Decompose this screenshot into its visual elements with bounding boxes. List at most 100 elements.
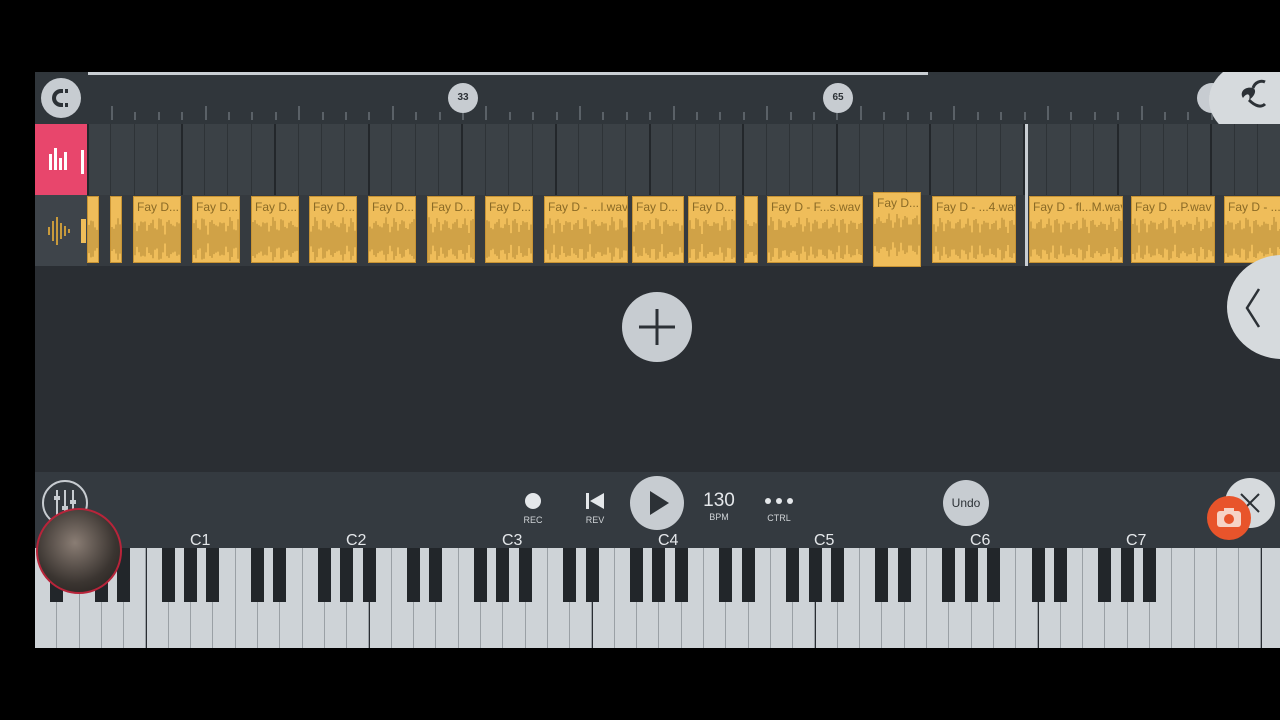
black-key[interactable]: [273, 548, 287, 602]
timeline-tick: [953, 106, 956, 120]
grid-line: [367, 124, 370, 195]
white-key[interactable]: [1239, 548, 1262, 648]
timeline-tick: [883, 112, 886, 120]
tempo-control[interactable]: 130 BPM: [699, 490, 739, 522]
black-key[interactable]: [830, 548, 844, 602]
black-key[interactable]: [897, 548, 911, 602]
timeline-tick: [391, 106, 394, 120]
side-panel-toggle-button[interactable]: [1227, 255, 1280, 359]
grid-line: [1140, 124, 1141, 195]
audio-clip[interactable]: Fay D...: [368, 196, 416, 263]
audio-clip[interactable]: [744, 196, 758, 263]
track-1-lane[interactable]: [87, 124, 1280, 195]
white-key[interactable]: [1261, 548, 1280, 648]
black-key[interactable]: [1120, 548, 1134, 602]
black-key[interactable]: [251, 548, 264, 602]
audio-clip[interactable]: [87, 196, 99, 263]
audio-clip[interactable]: Fay D...: [427, 196, 475, 263]
audio-clip[interactable]: Fay D...: [485, 196, 533, 263]
audio-clip[interactable]: Fay D...: [873, 192, 921, 267]
black-key[interactable]: [719, 548, 733, 602]
black-key[interactable]: [429, 548, 443, 602]
clip-waveform: [88, 220, 98, 258]
timeline-tick: [742, 112, 745, 120]
black-key[interactable]: [496, 548, 510, 602]
black-key[interactable]: [184, 548, 198, 602]
grid-line: [1210, 124, 1213, 195]
play-button[interactable]: [630, 476, 684, 530]
audio-clip[interactable]: Fay D...: [632, 196, 684, 263]
rewind-button[interactable]: REV: [579, 492, 611, 525]
audio-clip[interactable]: Fay D - ...4.wav: [932, 196, 1016, 263]
grid-line: [87, 124, 89, 195]
fruit-logo-icon: [1241, 79, 1267, 108]
black-key[interactable]: [786, 548, 800, 602]
black-key[interactable]: [674, 548, 688, 602]
ctrl-button[interactable]: CTRL: [761, 494, 797, 523]
black-key[interactable]: [585, 548, 599, 602]
timeline-tick: [157, 112, 160, 120]
clip-label: Fay D...: [255, 200, 298, 214]
audio-clip[interactable]: Fay D...: [192, 196, 240, 263]
timeline-tick: [111, 106, 113, 120]
playhead[interactable]: [1025, 124, 1028, 266]
audio-clip[interactable]: Fay D - ...2: [1224, 196, 1280, 263]
bar-marker-33[interactable]: 33: [448, 83, 478, 113]
grid-line: [531, 124, 533, 195]
black-key[interactable]: [362, 548, 376, 602]
black-key[interactable]: [652, 548, 666, 602]
black-key[interactable]: [1098, 548, 1112, 602]
white-key[interactable]: [1172, 548, 1195, 648]
black-key[interactable]: [942, 548, 956, 602]
black-key[interactable]: [964, 548, 978, 602]
magnet-icon: [52, 89, 68, 107]
black-key[interactable]: [161, 548, 175, 602]
timeline-tick: [274, 112, 277, 120]
audio-clip[interactable]: [110, 196, 122, 263]
timeline-tick: [415, 112, 418, 120]
black-key[interactable]: [630, 548, 644, 602]
timeline-ruler[interactable]: 33 65 9: [35, 72, 1280, 142]
black-key[interactable]: [741, 548, 755, 602]
add-button[interactable]: [622, 292, 692, 362]
black-key[interactable]: [808, 548, 822, 602]
grid-line: [461, 124, 464, 195]
track-1-header[interactable]: [35, 124, 87, 195]
screen-recorder-icon[interactable]: [1207, 496, 1251, 540]
bar-marker-65[interactable]: 65: [823, 83, 853, 113]
black-key[interactable]: [1143, 548, 1156, 602]
undo-button[interactable]: Undo: [943, 480, 989, 526]
black-key[interactable]: [1031, 548, 1045, 602]
audio-clip[interactable]: Fay D - fl...M.wav: [1029, 196, 1123, 263]
black-key[interactable]: [563, 548, 577, 602]
camera-icon: [1217, 508, 1241, 527]
audio-clip[interactable]: Fay D...: [309, 196, 357, 263]
clip-waveform: [428, 217, 474, 261]
black-key[interactable]: [518, 548, 532, 602]
record-button[interactable]: REC: [517, 492, 549, 525]
white-key[interactable]: [1194, 548, 1217, 648]
black-key[interactable]: [407, 548, 421, 602]
black-key[interactable]: [875, 548, 889, 602]
audio-clip[interactable]: Fay D - F...s.wav: [767, 196, 863, 263]
white-key[interactable]: [1216, 548, 1240, 648]
black-key[interactable]: [474, 548, 487, 602]
timeline-tick: [1117, 112, 1120, 120]
black-key[interactable]: [986, 548, 1000, 602]
octave-label: C6: [970, 532, 991, 549]
audio-clip[interactable]: Fay D - ...l.wav: [544, 196, 628, 263]
snap-magnet-button[interactable]: [41, 78, 81, 118]
black-key[interactable]: [340, 548, 354, 602]
track-2-lane[interactable]: Fay D... Fay D... Fay D... Fay D... Fay D...…: [87, 192, 1280, 267]
audio-clip[interactable]: Fay D...: [688, 196, 736, 263]
black-key[interactable]: [206, 548, 220, 602]
black-key[interactable]: [1053, 548, 1067, 602]
grid-line: [812, 124, 814, 195]
grid-line: [110, 124, 112, 195]
audio-clip[interactable]: Fay D...: [251, 196, 299, 263]
audio-clip[interactable]: Fay D ...P.wav: [1131, 196, 1215, 263]
black-key[interactable]: [317, 548, 331, 602]
track-2-header[interactable]: [35, 195, 87, 266]
piano-keyboard[interactable]: C1 C2 C3 C4 C5 C6 C7: [35, 532, 1280, 648]
audio-clip[interactable]: Fay D...: [133, 196, 181, 263]
